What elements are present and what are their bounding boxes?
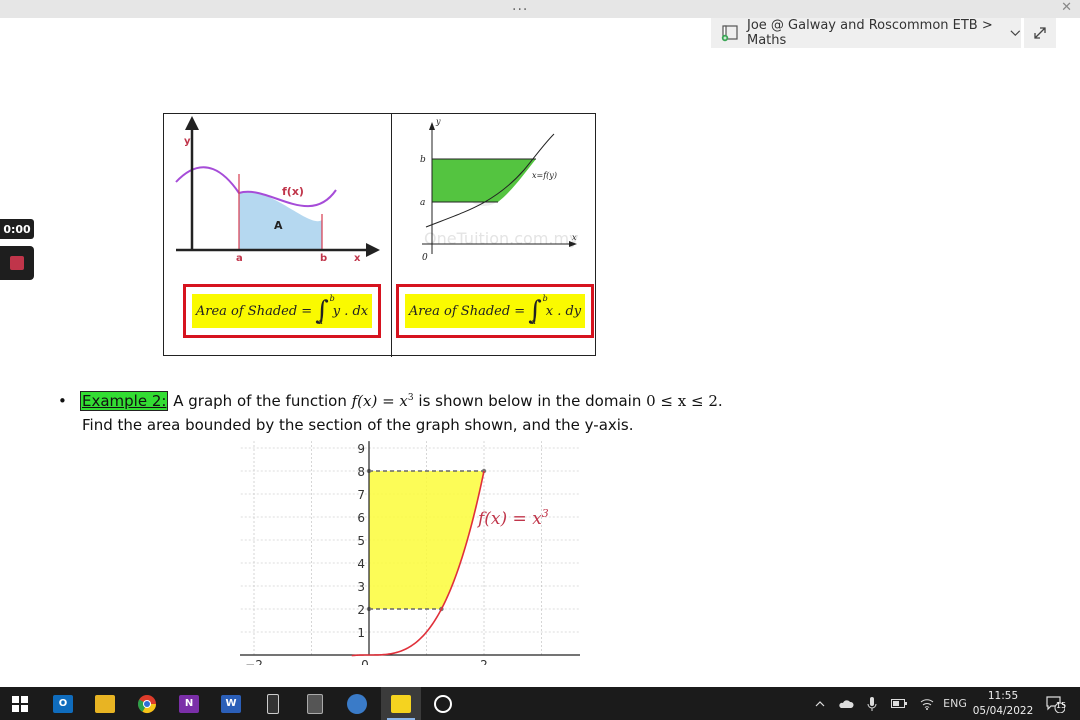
file-explorer-icon [95,694,115,713]
left-lower-limit: a [318,317,323,326]
chevron-down-icon [1010,30,1021,37]
window-close-button[interactable]: ✕ [1061,0,1072,15]
notebook-selector[interactable]: Joe @ Galway and Roscommon ETB > Maths [711,18,1021,48]
y-tick-label: 2 [357,603,365,617]
example-function: f(x) = x3 [351,392,414,410]
window-menu-button[interactable]: ... [512,0,528,14]
taskbar-outlook[interactable]: O [43,687,83,720]
right-origin-label: 0 [422,253,428,263]
notebook-path: Joe @ Galway and Roscommon ETB > Maths [747,18,993,48]
example-text-before: A graph of the function [173,392,347,410]
notebook-icon [721,24,739,42]
taskbar-chrome[interactable] [127,687,167,720]
watermark: OneTuition.com.my [424,229,579,248]
expand-icon[interactable] [1024,18,1056,48]
window-title-bar: ... ✕ [0,0,1080,18]
start-icon [12,695,28,712]
y-tick-label: 8 [357,465,365,479]
x-tick-label: 2 [480,658,488,665]
area-formula-figure: y x f(x) A a b OneTuition.com.my y x b a… [163,113,596,357]
start-button[interactable] [0,687,40,720]
y-tick-label: 9 [357,442,365,456]
calculator-icon [307,693,323,714]
x-tick-label: 0 [361,658,369,665]
word-icon: W [221,694,241,713]
y-tick-label: 6 [357,511,365,525]
right-formula-integrand: x . dy [545,303,582,319]
notification-count: 15 [1056,701,1067,710]
recording-timer: 0:00 [0,219,34,239]
clock-date: 05/04/2022 [972,705,1034,717]
stop-icon [10,256,24,270]
outlook-icon: O [53,694,73,713]
right-curve-label: x=f(y) [532,171,557,180]
left-integral-sign: ∫ b a [315,294,335,326]
network-app-icon [347,693,367,714]
left-formula-box: Area of Shaded = ∫ b a y . dx [183,284,381,338]
taskbar-network-app[interactable] [337,687,377,720]
example-tag: Example 2: [80,391,169,411]
right-formula-prefix: Area of Shaded = [408,303,526,319]
right-integral-sign: ∫ b a [528,294,548,326]
x-tick-label: −2 [245,658,263,665]
onenote-icon: N [179,694,199,713]
left-upper-limit: b [329,294,335,303]
y-tick-label: 3 [357,580,365,594]
battery-icon[interactable] [888,687,910,720]
taskbar-snip[interactable] [423,687,463,720]
taskbar-phone[interactable] [253,687,293,720]
left-formula-prefix: Area of Shaded = [195,303,313,319]
left-formula-integrand: y . dx [332,303,369,319]
microphone-icon[interactable] [862,687,882,720]
show-hidden-icons-button[interactable] [810,687,830,720]
wifi-icon[interactable] [916,687,938,720]
taskbar-onenote[interactable]: N [169,687,209,720]
example-domain: 0 ≤ x ≤ 2. [646,392,723,410]
clock-time: 11:55 [987,690,1019,702]
stop-recording-button[interactable] [0,246,34,280]
sticky-notes-icon [391,694,411,713]
bullet: • [58,392,67,410]
right-b-label: b [420,155,426,165]
right-x-label: x [572,233,577,242]
right-lower-limit: a [531,317,536,326]
language-indicator[interactable]: ENG [942,687,968,720]
area-label: A [274,219,283,232]
left-a-label: a [236,253,243,264]
taskbar-file-explorer[interactable] [85,687,125,720]
left-b-label: b [320,253,327,264]
notification-center-button[interactable]: 15 [1040,687,1070,720]
windows-taskbar: O N W ENG 11:55 05/04/2022 15 [0,687,1080,720]
taskbar-word[interactable]: W [211,687,251,720]
right-graph: OneTuition.com.my y x b a 0 x=f(y) [420,117,579,263]
chrome-icon [137,694,156,713]
right-y-label: y [435,117,441,126]
example-question-line-2: Find the area bounded by the section of … [82,416,634,434]
function-exponent: 3 [407,393,414,403]
example-text-middle: is shown below in the domain [418,392,642,410]
taskbar-clock[interactable]: 11:55 05/04/2022 [968,689,1038,719]
curve-label: f(x) = x3 [476,507,549,529]
left-graph: y x f(x) A a b [175,116,380,264]
right-formula-box: Area of Shaded = ∫ b a x . dy [396,284,594,338]
right-upper-limit: b [542,294,548,303]
taskbar-calculator[interactable] [295,687,335,720]
y-tick-label: 7 [357,488,365,502]
right-a-label: a [420,198,425,208]
chevron-up-icon [815,700,825,706]
phone-icon [267,693,279,714]
y-tick-label: 4 [357,557,365,571]
onedrive-icon[interactable] [836,687,856,720]
left-x-label: x [354,253,361,264]
left-curve-label: f(x) [282,185,304,198]
y-tick-label: 5 [357,534,365,548]
y-tick-label: 1 [357,626,365,640]
cubic-area-graph: 1 2 3 4 5 6 7 8 9 −2 0 2 f(x) = x3 [240,441,580,665]
left-y-label: y [184,136,191,147]
example-question-line-1: • Example 2: A graph of the function f(x)… [58,391,723,411]
snip-icon [434,694,452,713]
taskbar-sticky-notes[interactable] [381,687,421,720]
